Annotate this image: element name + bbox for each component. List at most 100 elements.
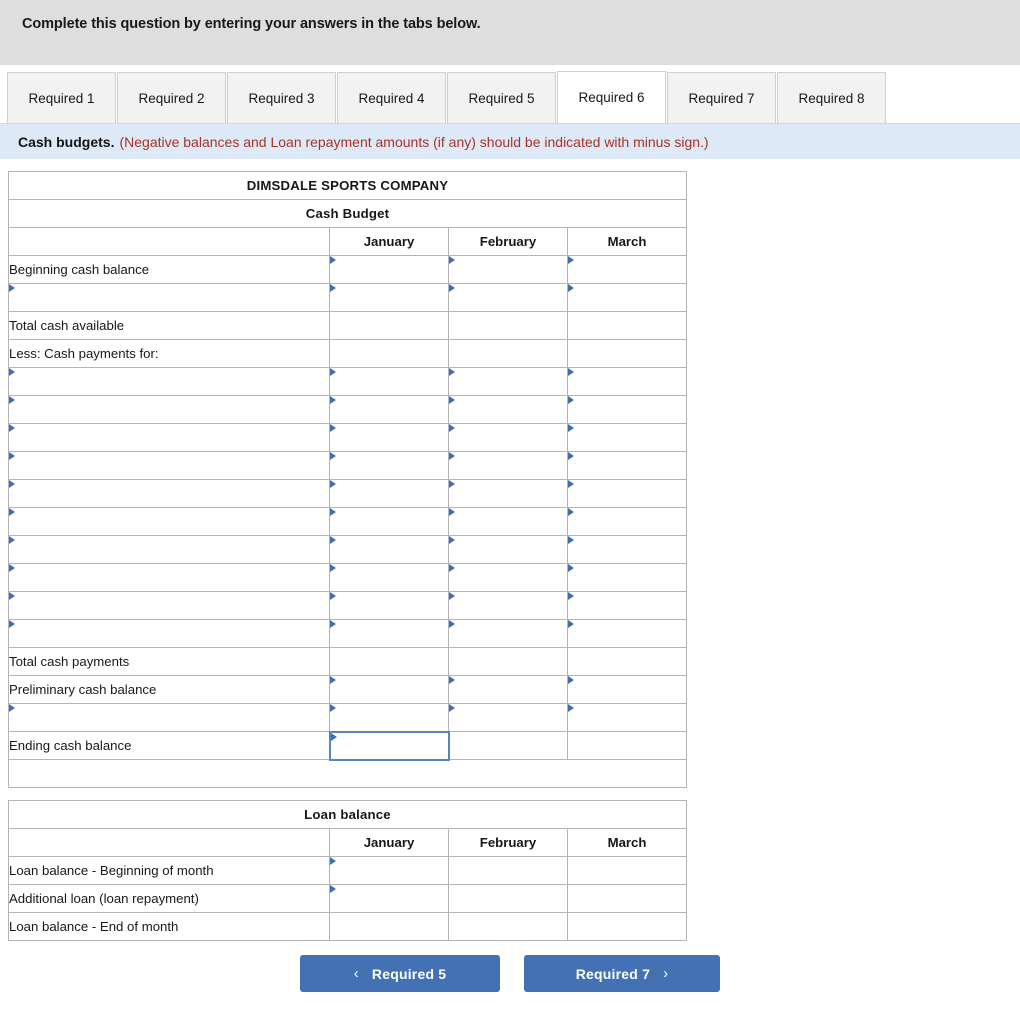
tab-label: Required 5 (468, 90, 535, 106)
amount-input-cell[interactable] (329, 395, 449, 424)
row-label-select[interactable] (8, 283, 330, 312)
table-row: Total cash payments (8, 647, 688, 676)
chevron-right-icon: › (663, 965, 669, 982)
amount-input-cell[interactable] (566, 535, 688, 564)
tab-required-8[interactable]: Required 8 (777, 72, 886, 123)
amount-input-cell[interactable] (566, 395, 688, 424)
amount-input-cell[interactable] (329, 703, 449, 732)
amount-input-cell[interactable] (329, 367, 449, 396)
table-row: Less: Cash payments for: (8, 339, 688, 368)
amount-readonly-cell (567, 884, 687, 913)
amount-input-cell[interactable] (448, 451, 568, 480)
amount-input-cell[interactable] (566, 423, 688, 452)
amount-input-cell[interactable] (448, 283, 568, 312)
amount-input-cell[interactable] (448, 255, 568, 284)
tab-required-6[interactable]: Required 6 (557, 71, 666, 123)
tab-required-1[interactable]: Required 1 (7, 72, 116, 123)
loan-month-header-row: January February March (8, 828, 687, 857)
amount-input-cell[interactable] (448, 703, 568, 732)
next-required-button[interactable]: Required 7 › (524, 955, 720, 992)
amount-readonly-cell (566, 647, 688, 676)
row-label-select[interactable] (8, 451, 330, 480)
amount-answer-cell (328, 730, 450, 761)
row-label-text: Preliminary cash balance (9, 682, 157, 697)
table-row: Loan balance - End of month (8, 912, 687, 941)
row-label-text: Total cash available (9, 318, 125, 333)
amount-input-cell[interactable] (329, 675, 449, 704)
tab-required-7[interactable]: Required 7 (667, 72, 776, 123)
amount-input-cell[interactable] (566, 367, 688, 396)
tab-label: Required 3 (248, 90, 315, 106)
row-label-select[interactable] (8, 619, 330, 648)
amount-input-cell[interactable] (448, 675, 568, 704)
row-label-select[interactable] (8, 507, 330, 536)
amount-input-cell[interactable] (329, 255, 449, 284)
amount-input-cell[interactable] (566, 619, 688, 648)
row-label-select[interactable] (8, 423, 330, 452)
row-label: Loan balance - Beginning of month (8, 856, 330, 885)
row-label-text: Loan balance - Beginning of month (9, 863, 214, 878)
month-header-march: March (566, 227, 688, 256)
table-row (8, 479, 688, 508)
row-label-select[interactable] (8, 535, 330, 564)
amount-input-cell[interactable] (566, 703, 688, 732)
row-label-select[interactable] (8, 563, 330, 592)
chevron-left-icon: ‹ (353, 965, 359, 982)
row-label-text: Additional loan (loan repayment) (9, 891, 199, 906)
amount-input-cell[interactable] (448, 423, 568, 452)
previous-required-button[interactable]: ‹ Required 5 (300, 955, 500, 992)
amount-input-cell[interactable] (566, 255, 688, 284)
amount-readonly-cell (448, 647, 568, 676)
amount-input-cell[interactable] (448, 619, 568, 648)
amount-input-cell[interactable] (329, 619, 449, 648)
amount-readonly-cell (567, 856, 687, 885)
row-label-text: Less: Cash payments for: (9, 346, 159, 361)
tab-required-2[interactable]: Required 2 (117, 72, 226, 123)
amount-input-cell[interactable] (566, 283, 688, 312)
amount-input-cell[interactable] (448, 479, 568, 508)
row-label: Preliminary cash balance (8, 675, 330, 704)
amount-input-cell[interactable] (329, 423, 449, 452)
company-title-row: DIMSDALE SPORTS COMPANY (7, 171, 688, 200)
tab-required-4[interactable]: Required 4 (337, 72, 446, 123)
amount-input-cell[interactable] (448, 367, 568, 396)
tab-required-3[interactable]: Required 3 (227, 72, 336, 123)
table-row (8, 507, 688, 536)
table-row (7, 759, 688, 788)
amount-input-cell[interactable] (448, 535, 568, 564)
amount-input-cell[interactable] (448, 395, 568, 424)
cash-budget-table: DIMSDALE SPORTS COMPANY Cash Budget Januar… (7, 171, 688, 788)
table-row (8, 395, 688, 424)
amount-input-cell[interactable] (566, 451, 688, 480)
amount-input-cell[interactable] (329, 507, 449, 536)
amount-input-cell[interactable] (566, 675, 688, 704)
tab-required-5[interactable]: Required 5 (447, 72, 556, 123)
amount-input-cell[interactable] (329, 451, 449, 480)
row-label-select[interactable] (8, 479, 330, 508)
amount-input-cell[interactable] (329, 479, 449, 508)
row-label-select[interactable] (8, 367, 330, 396)
amount-input-cell[interactable] (448, 591, 568, 620)
tab-label: Required 1 (28, 90, 95, 106)
amount-input-cell[interactable] (329, 884, 449, 913)
row-label-select[interactable] (8, 703, 330, 732)
amount-input-cell[interactable] (448, 563, 568, 592)
table-row: Additional loan (loan repayment) (8, 884, 687, 913)
amount-input-cell[interactable] (329, 283, 449, 312)
amount-answer-cell (329, 912, 449, 941)
requirement-note-bar: Cash budgets. (Negative balances and Loa… (0, 123, 1020, 159)
amount-input-cell[interactable] (329, 535, 449, 564)
amount-input-cell[interactable] (566, 563, 688, 592)
amount-input-cell[interactable] (566, 507, 688, 536)
row-label-select[interactable] (8, 591, 330, 620)
row-label: Loan balance - End of month (8, 912, 330, 941)
next-required-label: Required 7 (575, 965, 651, 982)
amount-input-cell[interactable] (566, 591, 688, 620)
table-row (8, 591, 688, 620)
amount-input-cell[interactable] (329, 591, 449, 620)
row-label-select[interactable] (8, 395, 330, 424)
amount-input-cell[interactable] (566, 479, 688, 508)
amount-input-cell[interactable] (448, 507, 568, 536)
amount-input-cell[interactable] (329, 856, 449, 885)
amount-input-cell[interactable] (329, 563, 449, 592)
